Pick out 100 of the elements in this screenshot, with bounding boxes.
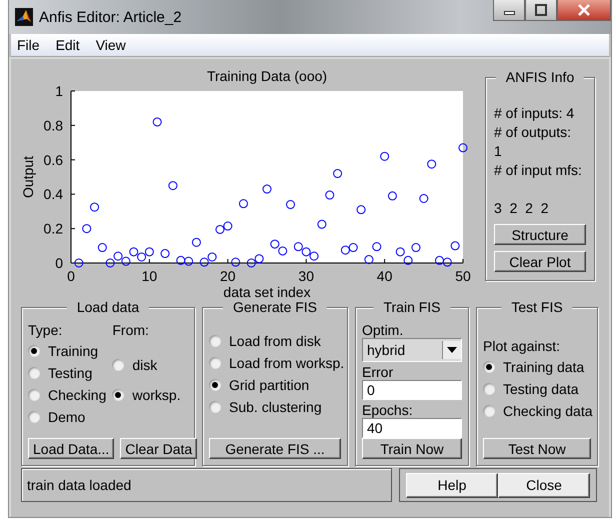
tick-label: 0 [55, 255, 63, 271]
tick-label: 0.2 [44, 220, 63, 237]
data-point [333, 169, 342, 178]
radio-label: Load from worksp. [229, 355, 344, 371]
radio-button[interactable] [483, 361, 495, 373]
data-point [411, 243, 420, 252]
help-button[interactable]: Help [406, 472, 498, 498]
data-point [325, 190, 334, 200]
field-label: Type: [28, 321, 64, 340]
data-point [192, 238, 201, 247]
data-point [238, 199, 248, 208]
data-point [246, 258, 256, 268]
data-point [348, 243, 358, 252]
data-point [278, 246, 288, 256]
data-point [442, 258, 452, 267]
menu-item[interactable]: View [96, 37, 126, 53]
data-point [262, 184, 272, 194]
data-point [404, 256, 413, 265]
generate-fis-button[interactable]: Generate FIS ... [209, 438, 341, 459]
chart-title: Training Data (ooo) [206, 68, 328, 84]
data-point [434, 256, 444, 265]
data-point [215, 224, 224, 234]
test-now-button[interactable]: Test Now [483, 438, 591, 459]
tick-label: 50 [455, 268, 471, 284]
data-point [450, 241, 460, 250]
data-point [90, 202, 100, 212]
tick-label: 10 [142, 268, 158, 284]
radio-button[interactable] [28, 345, 40, 357]
radio-label: Testing data [503, 381, 578, 397]
data-point [200, 258, 209, 267]
radio-button[interactable] [28, 389, 40, 401]
data-point [160, 249, 170, 258]
data-point [129, 247, 138, 256]
info-text: 1 [494, 142, 503, 161]
radio-button[interactable] [209, 379, 221, 391]
radio-button[interactable] [112, 359, 124, 371]
load-data-button[interactable]: Load Data... [28, 438, 114, 459]
radio-button[interactable] [112, 389, 124, 401]
minimize-button[interactable] [493, 0, 525, 21]
data-point [270, 240, 280, 249]
radio-label: Testing [48, 365, 92, 381]
data-point [114, 252, 123, 261]
data-point [254, 254, 264, 264]
data-point [310, 252, 319, 261]
radio-button[interactable] [28, 367, 40, 379]
maximize-button[interactable] [525, 0, 557, 21]
tick-label: 20 [220, 268, 236, 284]
radio-label: Demo [48, 409, 86, 425]
train-now-button[interactable]: Train Now [362, 438, 462, 459]
data-point [168, 181, 178, 190]
radio-label: Training data [503, 359, 584, 375]
clear-plot-button[interactable]: Clear Plot [494, 251, 586, 272]
menu-item[interactable]: File [17, 37, 40, 53]
close-icon [577, 4, 591, 16]
radio-button[interactable] [28, 411, 40, 423]
radio-label: Checking [48, 387, 106, 403]
app-icon [15, 8, 33, 26]
radio-button[interactable] [483, 405, 495, 417]
field-label: Plot against: [483, 337, 562, 356]
structure-button[interactable]: Structure [494, 224, 586, 245]
data-point [364, 255, 374, 264]
tick-label: 40 [376, 268, 392, 284]
close-button[interactable] [557, 0, 611, 21]
data-point [356, 205, 366, 214]
data-point [208, 252, 217, 262]
radio-label: Grid partition [229, 377, 310, 393]
data-point [121, 256, 130, 266]
error-field[interactable]: 0 [362, 380, 462, 400]
radio-label: disk [132, 357, 158, 373]
tick-label: 0 [67, 268, 75, 284]
data-point [372, 242, 382, 252]
menu-item[interactable]: Edit [56, 37, 80, 53]
data-point [74, 258, 84, 268]
optim-dropdown[interactable]: hybrid [362, 338, 462, 362]
radio-label: Load from disk [229, 333, 321, 349]
field-label: From: [112, 321, 150, 340]
epochs-field[interactable]: 40 [362, 418, 462, 438]
info-text: 3 2 2 2 [494, 199, 550, 218]
radio-label: Sub. clustering [229, 399, 322, 415]
info-text: # of input mfs: [494, 161, 583, 180]
data-point [231, 258, 240, 267]
radio-button[interactable] [209, 401, 221, 413]
window-title: Anfis Editor: Article_2 [39, 8, 182, 26]
radio-label: Checking data [503, 403, 593, 419]
info-text: # of inputs: 4 [494, 104, 576, 123]
data-point [82, 224, 92, 234]
radio-button[interactable] [209, 357, 221, 369]
radio-button[interactable] [209, 335, 221, 347]
data-point [176, 256, 186, 265]
data-point [388, 191, 397, 200]
clear-data-button[interactable]: Clear Data [120, 438, 198, 459]
data-point [152, 117, 162, 126]
data-point [294, 242, 303, 252]
radio-button[interactable] [483, 383, 495, 395]
close-button[interactable]: Close [498, 472, 590, 498]
tick-label: 0.6 [44, 152, 63, 168]
tick-label: 0.8 [44, 117, 63, 134]
field-label: Epochs: [362, 402, 414, 418]
data-point [302, 247, 311, 256]
data-point [286, 200, 296, 210]
